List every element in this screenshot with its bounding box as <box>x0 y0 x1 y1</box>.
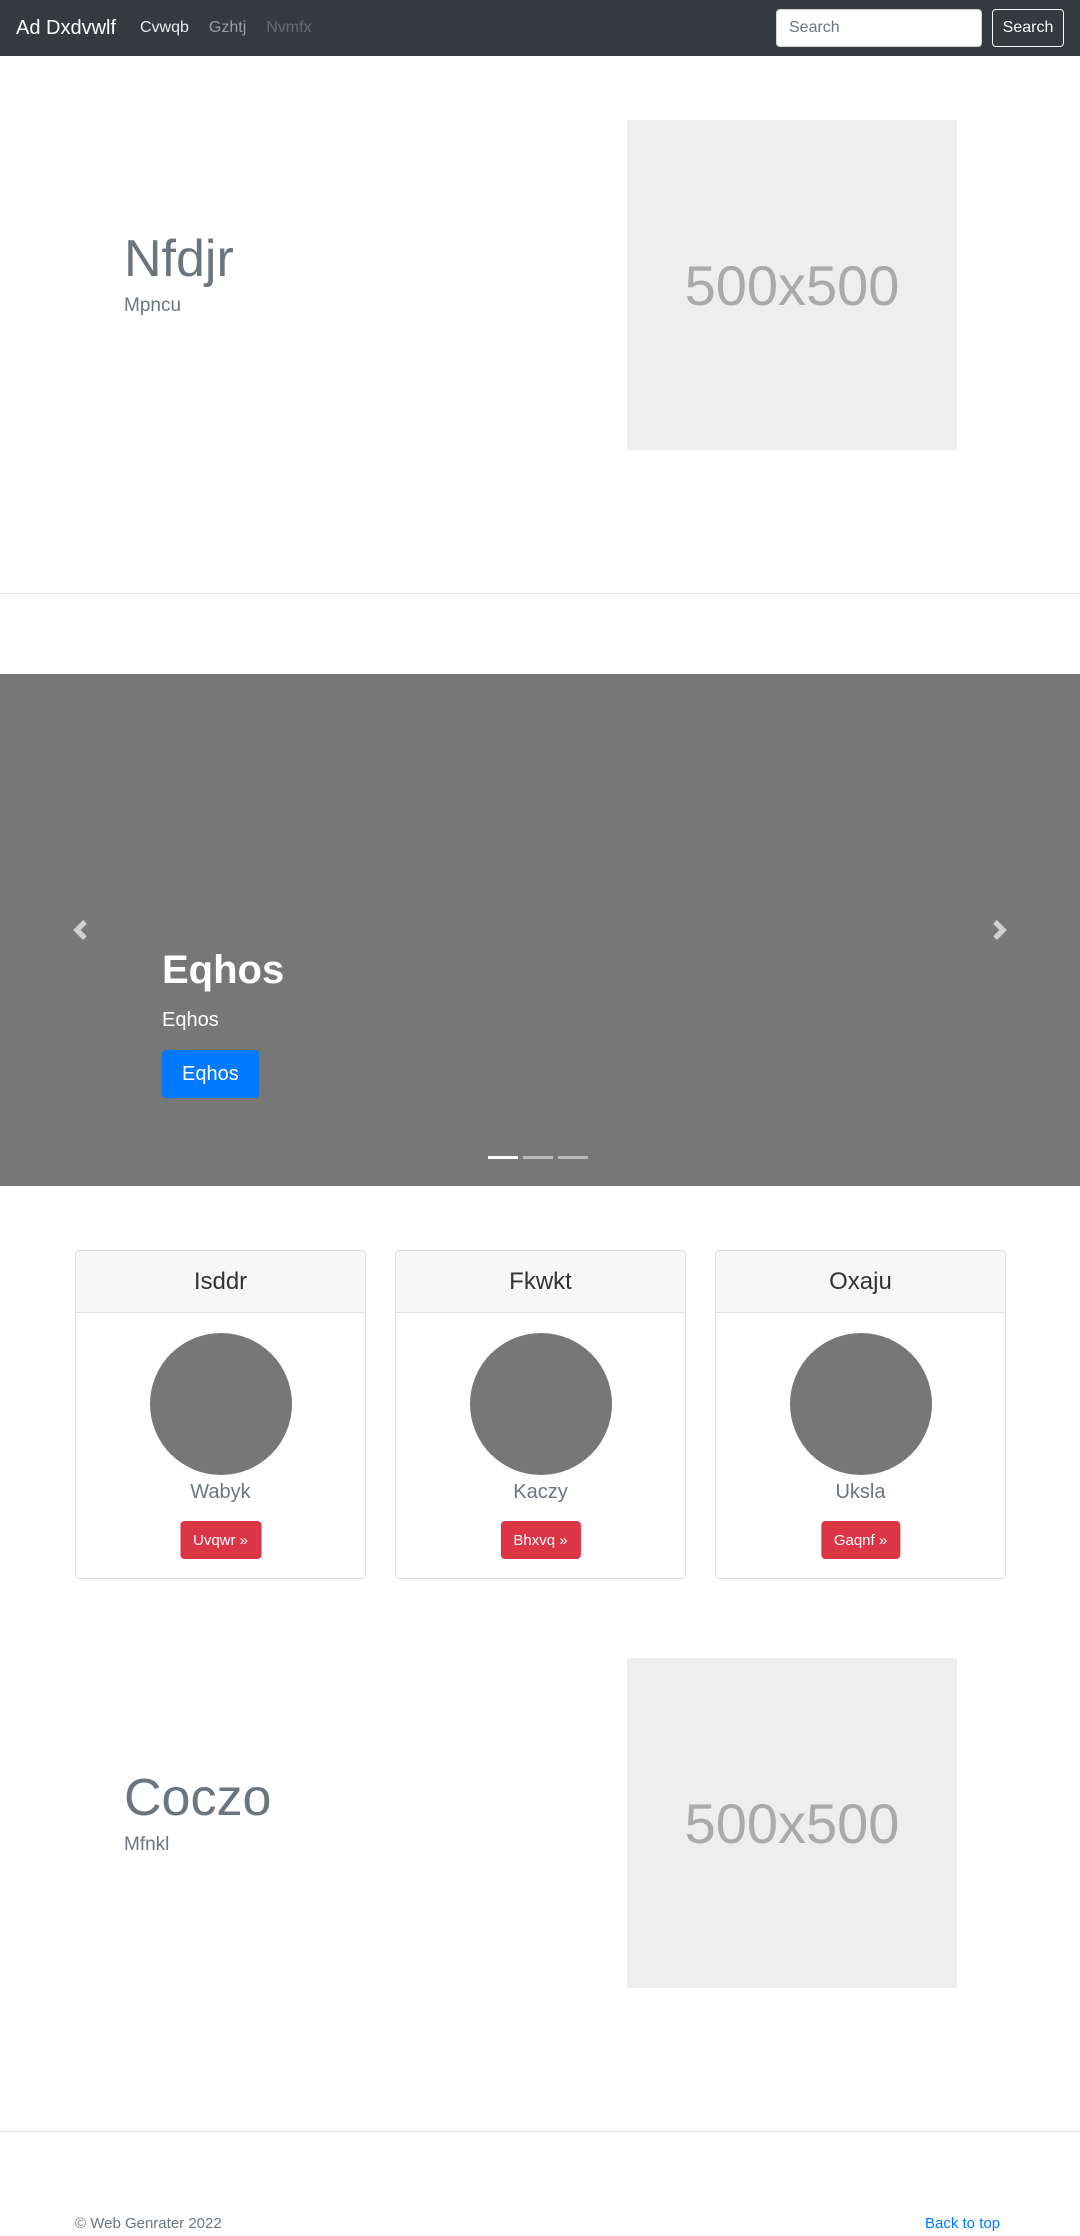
carousel-prev-button[interactable] <box>0 674 160 1186</box>
card-name: Wabyk <box>190 1481 251 1503</box>
carousel-caption-title: Eqhos <box>162 948 285 992</box>
image-size-label: 500x500 <box>684 1791 900 1855</box>
search-button[interactable]: Search <box>992 9 1064 47</box>
chevron-right-icon <box>993 920 1007 940</box>
card-2: Fkwkt Kaczy Bhxvq » <box>395 1250 686 1579</box>
carousel-indicator-2[interactable] <box>523 1156 553 1159</box>
avatar <box>470 1333 612 1475</box>
feature-subtitle: Mfnkl <box>124 1834 170 1855</box>
carousel-indicator-1[interactable] <box>488 1156 518 1159</box>
card-button[interactable]: Bhxvq » <box>500 1521 581 1559</box>
divider <box>0 593 1080 594</box>
carousel-indicator-3[interactable] <box>558 1156 588 1159</box>
card-3: Oxaju Uksla Gaqnf » <box>715 1250 1006 1579</box>
brand-link[interactable]: Ad Dxdvwlf <box>16 15 116 41</box>
card-button[interactable]: Gaqnf » <box>820 1521 901 1559</box>
nav-links: Cvwqb Gzhtj Nvmfx <box>140 17 332 39</box>
feature-title: Nfdjr <box>124 230 234 288</box>
carousel-next-button[interactable] <box>920 674 1080 1186</box>
avatar <box>790 1333 932 1475</box>
carousel-caption-text: Eqhos <box>162 1009 219 1031</box>
card-header: Isddr <box>76 1251 365 1313</box>
feature-image-placeholder: 500x500 <box>627 120 957 450</box>
nav-link-nvmfx: Nvmfx <box>266 19 312 36</box>
divider <box>0 2131 1080 2132</box>
carousel: Eqhos Eqhos Eqhos <box>0 674 1080 1186</box>
carousel-indicators <box>488 1156 588 1159</box>
carousel-caption-button[interactable]: Eqhos <box>162 1050 259 1098</box>
footer-copyright: © Web Genrater 2022 <box>75 2215 222 2232</box>
nav-link-gzhtj[interactable]: Gzhtj <box>209 17 246 39</box>
card-name: Uksla <box>835 1481 886 1503</box>
navbar: Ad Dxdvwlf Cvwqb Gzhtj Nvmfx Search <box>0 0 1080 56</box>
avatar <box>150 1333 292 1475</box>
search-input[interactable] <box>776 9 982 47</box>
feature-subtitle: Mpncu <box>124 295 182 316</box>
image-size-label: 500x500 <box>684 253 900 317</box>
card-header: Oxaju <box>716 1251 1005 1313</box>
feature-image-placeholder: 500x500 <box>627 1658 957 1988</box>
feature-title: Coczo <box>124 1769 272 1827</box>
back-to-top-link[interactable]: Back to top <box>925 2214 1000 2234</box>
card-header: Fkwkt <box>396 1251 685 1313</box>
card-button[interactable]: Uvqwr » <box>179 1521 262 1559</box>
card-1: Isddr Wabyk Uvqwr » <box>75 1250 366 1579</box>
card-name: Kaczy <box>513 1481 568 1503</box>
nav-link-cvwqb[interactable]: Cvwqb <box>140 17 189 39</box>
chevron-left-icon <box>73 920 87 940</box>
